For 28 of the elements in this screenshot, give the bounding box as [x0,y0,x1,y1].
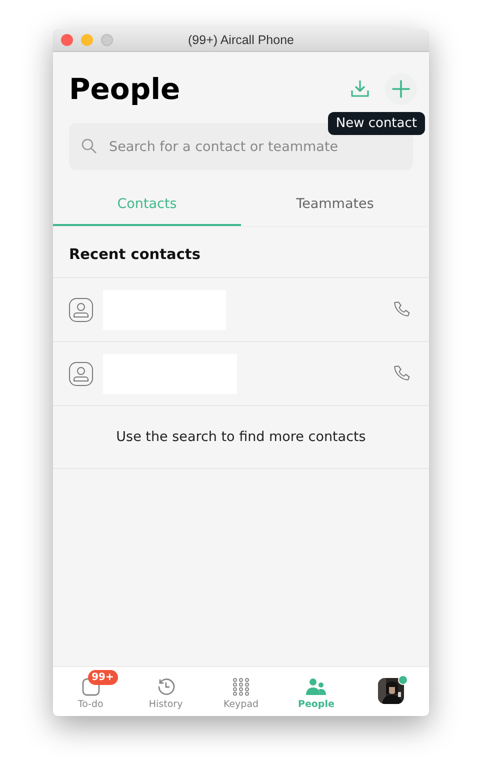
notification-count: 99+ [88,670,118,685]
nav-item[interactable]: Keypad [203,667,279,716]
section-heading: Recent contacts [53,227,429,278]
nav-label: To-do [78,699,104,710]
nav-item[interactable]: 99+ To-do [53,667,128,716]
history-icon [156,678,175,696]
nav-label: People [298,699,334,710]
tooltip: New contact [328,112,425,135]
nav-item[interactable]: History [128,667,204,716]
zoom-button[interactable] [101,34,113,46]
keypad-icon [233,678,249,696]
add-contact-button[interactable] [385,73,417,105]
tab[interactable]: Teammates [241,182,429,226]
minimize-button[interactable] [81,34,93,46]
nav-label: Keypad [223,699,259,710]
nav-label: History [148,699,183,710]
contact-avatar-icon [69,298,93,322]
nav-item[interactable]: People [278,667,354,716]
tab[interactable]: Contacts [53,182,241,226]
close-button[interactable] [61,34,73,46]
download-icon[interactable] [350,79,370,99]
contact-avatar-icon [69,362,93,386]
people-icon [305,678,328,696]
plus-icon [392,80,410,98]
page-title: People [69,72,180,106]
search-hint: Use the search to find more contacts [53,406,429,469]
window-title: (99+) Aircall Phone [188,33,294,47]
search-icon [81,138,97,154]
